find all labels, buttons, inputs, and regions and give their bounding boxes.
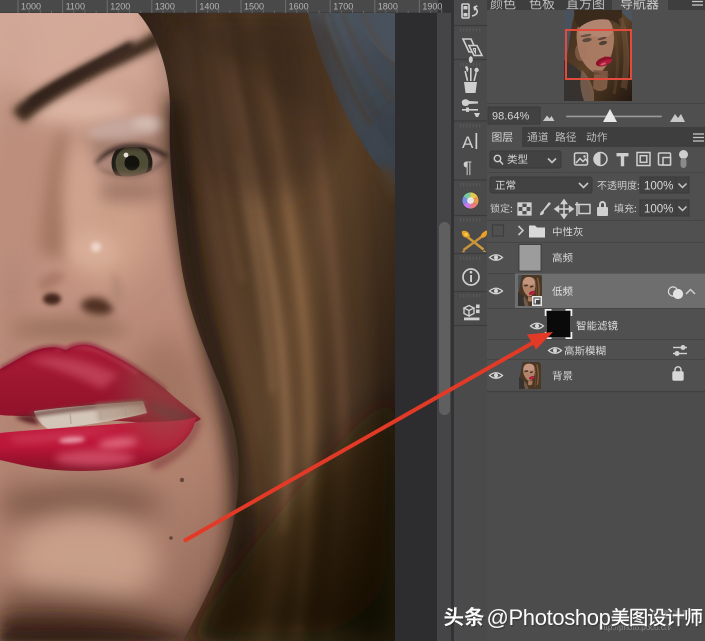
svg-text:@Photoshop: @Photoshop xyxy=(487,605,611,630)
